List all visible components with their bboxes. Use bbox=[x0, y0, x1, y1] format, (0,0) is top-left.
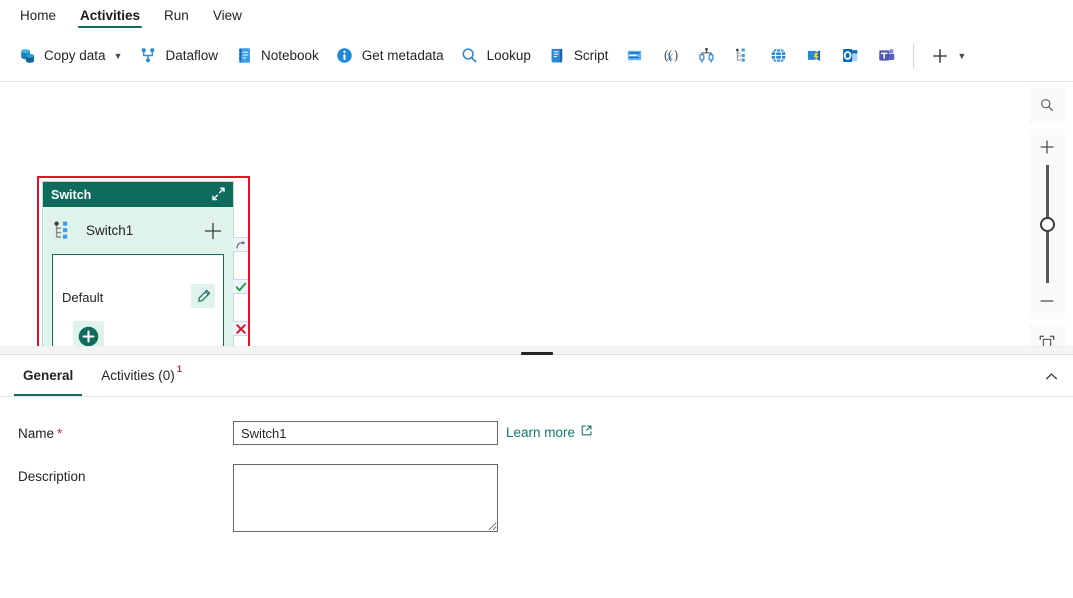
case-add-activity-button[interactable] bbox=[73, 321, 104, 346]
toolbar-script-button[interactable]: Script bbox=[540, 40, 616, 72]
toolbar-button-label: Notebook bbox=[261, 48, 319, 63]
form-row-name: Name* Learn more bbox=[18, 421, 1073, 445]
zoom-slider[interactable] bbox=[1029, 165, 1065, 283]
pane-splitter[interactable] bbox=[0, 346, 1073, 355]
form-row-description: Description bbox=[18, 464, 1073, 532]
tab-label: General bbox=[23, 368, 73, 383]
zoom-in-button[interactable] bbox=[1029, 129, 1065, 165]
toolbar-divider bbox=[913, 44, 914, 68]
web-icon bbox=[768, 46, 788, 66]
description-field-label: Description bbox=[18, 464, 233, 484]
switch-icon bbox=[732, 46, 752, 66]
node-name-label: Switch1 bbox=[86, 223, 192, 238]
toolbar-fail-button[interactable] bbox=[689, 40, 723, 72]
toolbar-outlook-button[interactable] bbox=[833, 40, 867, 72]
case-label: Default bbox=[62, 290, 103, 305]
switch-case-default[interactable]: Default bbox=[52, 254, 224, 346]
on-skip-handle[interactable] bbox=[233, 237, 248, 252]
teams-icon bbox=[876, 46, 896, 66]
canvas-zoom-controls bbox=[1029, 87, 1065, 346]
menu-item-activities[interactable]: Activities bbox=[68, 0, 152, 30]
chevron-up-icon[interactable] bbox=[1041, 366, 1061, 386]
tab-activities[interactable]: Activities (0) 1 bbox=[92, 355, 191, 396]
menu-item-run[interactable]: Run bbox=[152, 0, 201, 30]
pipeline-editor-app: Home Activities Run View Co bbox=[0, 0, 1073, 598]
toolbar-button-label: Get metadata bbox=[362, 48, 444, 63]
switch-activity-node[interactable]: Switch bbox=[42, 181, 234, 346]
toolbar-lookup-button[interactable]: Lookup bbox=[453, 40, 538, 72]
get-metadata-icon bbox=[335, 46, 355, 66]
name-input[interactable] bbox=[233, 421, 498, 445]
webhook-icon bbox=[804, 46, 824, 66]
pencil-icon[interactable] bbox=[191, 284, 215, 308]
toolbar-copy-data-button[interactable]: Copy data ▼ bbox=[10, 40, 129, 72]
toolbar-dataflow-button[interactable]: Dataflow bbox=[131, 40, 225, 72]
node-add-case-button[interactable] bbox=[202, 220, 224, 242]
label-text: Description bbox=[18, 469, 86, 484]
properties-pane: General Activities (0) 1 Name* Learn mor… bbox=[0, 355, 1073, 598]
toolbar-add-more-button[interactable]: ▼ bbox=[924, 40, 972, 72]
learn-more-link[interactable]: Learn more bbox=[506, 421, 593, 440]
menu-item-view[interactable]: View bbox=[201, 0, 254, 30]
toolbar-button-label: Lookup bbox=[487, 48, 531, 63]
fit-to-screen-button[interactable] bbox=[1029, 325, 1065, 346]
toolbar-set-variable-button[interactable]: ( x ( ) bbox=[653, 40, 687, 72]
node-title-row: Switch1 bbox=[43, 207, 233, 254]
zoom-out-button[interactable] bbox=[1029, 283, 1065, 319]
menu-item-label: View bbox=[213, 8, 242, 23]
external-link-icon bbox=[580, 424, 593, 440]
chevron-down-icon[interactable]: ▼ bbox=[957, 51, 966, 61]
plus-icon bbox=[930, 46, 950, 66]
toolbar-webhook-button[interactable] bbox=[797, 40, 831, 72]
main-menubar: Home Activities Run View bbox=[0, 0, 1073, 30]
menu-item-label: Run bbox=[164, 8, 189, 23]
on-success-handle[interactable] bbox=[233, 279, 248, 294]
toolbar-button-label: Script bbox=[574, 48, 609, 63]
properties-tabs: General Activities (0) 1 bbox=[0, 355, 1073, 397]
node-header-title: Switch bbox=[51, 188, 91, 202]
notebook-icon bbox=[234, 46, 254, 66]
node-connector-handles bbox=[233, 237, 249, 346]
name-field-label: Name* bbox=[18, 421, 233, 441]
dataflow-icon bbox=[138, 46, 158, 66]
label-text: Name bbox=[18, 426, 54, 441]
toolbar-teams-button[interactable] bbox=[869, 40, 903, 72]
switch-activity-icon bbox=[52, 219, 76, 243]
svg-text:): ) bbox=[674, 48, 679, 63]
required-asterisk: * bbox=[57, 426, 62, 441]
pipeline-canvas[interactable]: Switch bbox=[0, 82, 1073, 346]
toolbar-get-metadata-button[interactable]: Get metadata bbox=[328, 40, 451, 72]
general-form: Name* Learn more Descriptio bbox=[0, 397, 1073, 532]
toolbar-stored-procedure-button[interactable] bbox=[617, 40, 651, 72]
learn-more-label: Learn more bbox=[506, 425, 575, 440]
menu-item-home[interactable]: Home bbox=[8, 0, 68, 30]
collapse-diagonal-icon[interactable] bbox=[209, 185, 227, 203]
zoom-slider-thumb[interactable] bbox=[1040, 217, 1055, 232]
set-variable-icon: ( x ( ) bbox=[660, 46, 680, 66]
toolbar-button-label: Copy data bbox=[44, 48, 106, 63]
svg-text:(: ( bbox=[664, 48, 669, 63]
script-icon bbox=[547, 46, 567, 66]
menu-item-label: Activities bbox=[80, 8, 140, 23]
menu-item-label: Home bbox=[20, 8, 56, 23]
outlook-icon bbox=[840, 46, 860, 66]
tab-label: Activities (0) bbox=[101, 368, 175, 383]
tab-general[interactable]: General bbox=[14, 355, 82, 396]
fail-icon bbox=[696, 46, 716, 66]
toolbar-web-button[interactable] bbox=[761, 40, 795, 72]
toolbar-notebook-button[interactable]: Notebook bbox=[227, 40, 326, 72]
on-failure-handle[interactable] bbox=[233, 321, 248, 336]
activities-toolbar: Copy data ▼ Dataflow bbox=[0, 30, 1073, 82]
description-textarea[interactable] bbox=[233, 464, 498, 532]
toolbar-switch-button[interactable] bbox=[725, 40, 759, 72]
copy-data-icon bbox=[17, 46, 37, 66]
stored-procedure-icon bbox=[624, 46, 644, 66]
lookup-icon bbox=[460, 46, 480, 66]
chevron-down-icon[interactable]: ▼ bbox=[114, 51, 123, 61]
toolbar-button-label: Dataflow bbox=[165, 48, 218, 63]
zoom-search-button[interactable] bbox=[1029, 87, 1065, 123]
node-header[interactable]: Switch bbox=[43, 182, 233, 207]
tab-badge: 1 bbox=[177, 364, 182, 375]
